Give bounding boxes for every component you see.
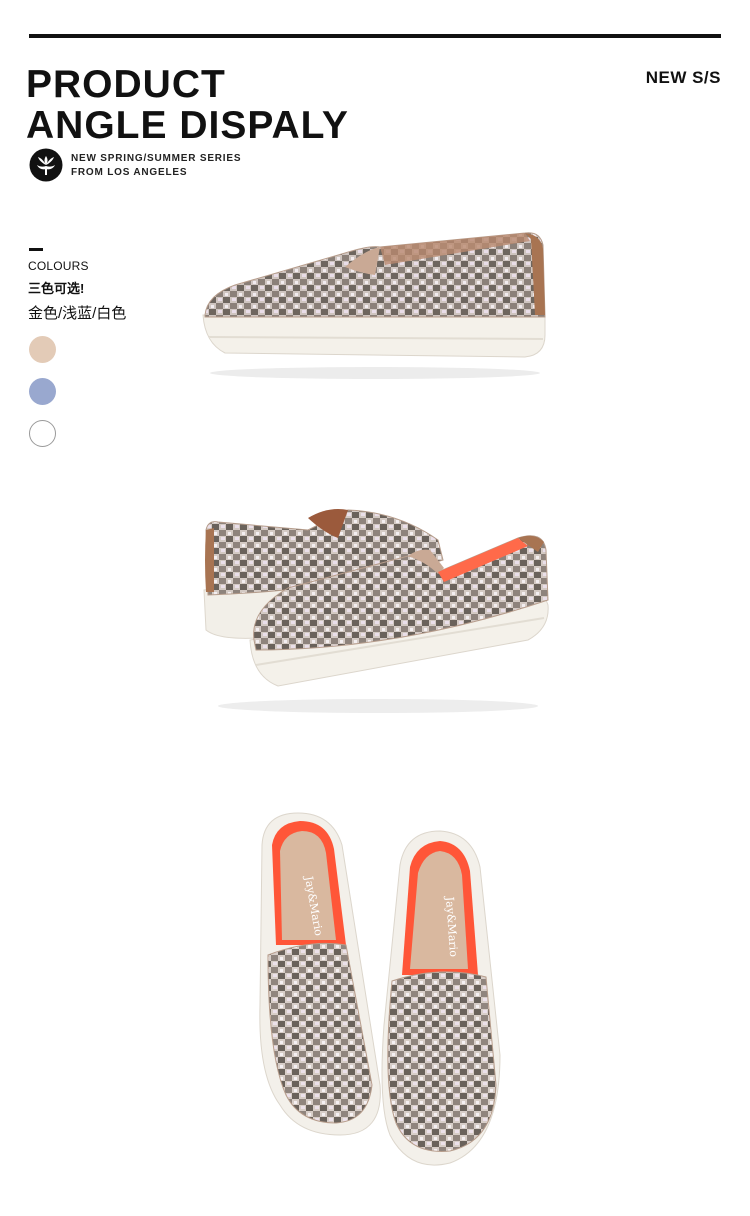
shoe-side-view-image — [202, 232, 546, 379]
page-title: PRODUCT ANGLE DISPALY — [26, 64, 349, 146]
shoe-pair-top-view-image: Jay&Mario Jay&Mario — [259, 812, 501, 1166]
swatch-white[interactable] — [29, 420, 56, 447]
colours-label: COLOURS — [28, 259, 89, 273]
section-dash — [29, 248, 43, 251]
swatch-gold[interactable] — [29, 336, 56, 363]
tagline: NEW SPRING/SUMMER SERIES FROM LOS ANGELE… — [71, 152, 241, 180]
lotus-logo-icon — [29, 148, 63, 182]
tagline-line-2: FROM LOS ANGELES — [71, 167, 188, 178]
title-line-2: ANGLE DISPALY — [26, 104, 349, 147]
top-rule — [29, 34, 721, 38]
colours-list: 金色/浅蓝/白色 — [28, 305, 127, 322]
season-label: NEW S/S — [645, 68, 721, 87]
shoe-pair-angle-image — [203, 509, 549, 713]
colours-heading: 三色可选! — [28, 281, 85, 296]
tagline-line-1: NEW SPRING/SUMMER SERIES — [71, 153, 242, 164]
title-line-1: PRODUCT — [26, 63, 226, 106]
swatch-light-blue[interactable] — [29, 378, 56, 405]
